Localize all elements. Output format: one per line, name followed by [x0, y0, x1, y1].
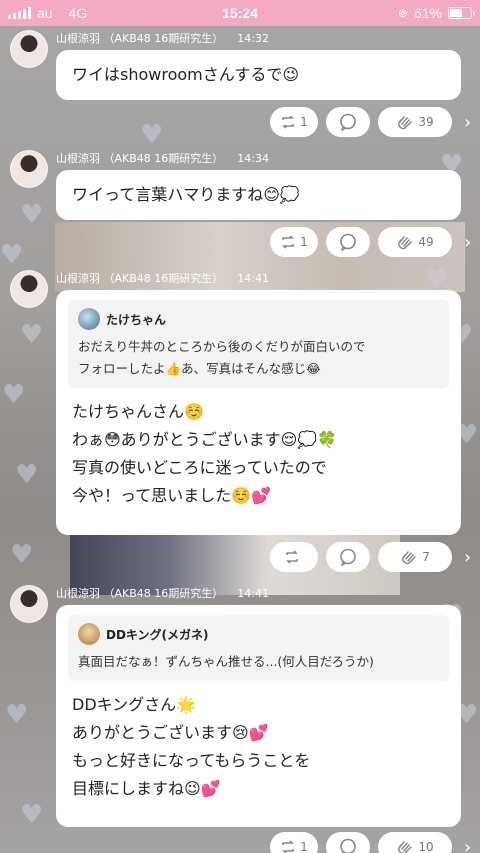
- post-time: 14:34: [237, 152, 269, 165]
- author-name: 山根涼羽 （AKB48 16期研究生）: [56, 272, 224, 285]
- chevron-right-icon[interactable]: ›: [464, 112, 471, 133]
- author-name: 山根涼羽 （AKB48 16期研究生）: [56, 32, 224, 45]
- post: 山根涼羽 （AKB48 16期研究生） 14:41 たけちゃん おだえり牛丼のとこ…: [0, 266, 480, 580]
- clap-button[interactable]: 7: [378, 542, 452, 572]
- retweet-icon: [280, 235, 296, 249]
- clap-count: 49: [418, 235, 434, 249]
- comment-icon: [339, 233, 357, 251]
- comment-button[interactable]: [326, 227, 370, 257]
- post-actions: 7 ›: [270, 542, 471, 572]
- clap-icon: [396, 233, 414, 251]
- post-actions: 1 39 ›: [270, 107, 471, 137]
- retweet-icon: [280, 840, 296, 853]
- retweet-button[interactable]: [270, 542, 318, 572]
- message-line: DDキングさん🌟: [72, 695, 197, 714]
- message-line: わぁ😳ありがとうございます😌💭🍀: [72, 430, 338, 449]
- quote-avatar: [78, 308, 100, 330]
- avatar[interactable]: [10, 585, 48, 623]
- message-line: たけちゃんさん☺️: [72, 402, 204, 421]
- post-time: 14:41: [237, 587, 269, 600]
- comment-button[interactable]: [326, 542, 370, 572]
- quoted-comment[interactable]: たけちゃん おだえり牛丼のところから後のくだりが面白いので フォローしたよ👍あ、…: [68, 300, 449, 388]
- retweet-count: 1: [300, 840, 308, 853]
- message-line: 写真の使いどころに迷っていたので: [72, 458, 327, 477]
- author-name: 山根涼羽 （AKB48 16期研究生）: [56, 152, 224, 165]
- retweet-button[interactable]: 1: [270, 107, 318, 137]
- clap-button[interactable]: 49: [378, 227, 452, 257]
- post-actions: 1 10 ›: [270, 832, 471, 853]
- message-line: 目標にしますね😉💕: [72, 779, 221, 798]
- message-line: 今や！って思いました☺️💕: [72, 486, 272, 505]
- author-name: 山根涼羽 （AKB48 16期研究生）: [56, 587, 224, 600]
- clap-count: 10: [418, 840, 434, 853]
- rotation-lock-icon: ⊚: [397, 6, 408, 20]
- avatar[interactable]: [10, 30, 48, 68]
- post-meta: 山根涼羽 （AKB48 16期研究生） 14:41: [56, 270, 269, 286]
- retweet-button[interactable]: 1: [270, 832, 318, 853]
- quote-line: おだえり牛丼のところから後のくだりが面白いので: [78, 339, 366, 354]
- quote-line: フォローしたよ👍あ、写真はそんな感じ😂: [78, 361, 321, 376]
- post: 山根涼羽 （AKB48 16期研究生） 14:32 ワイはshowroomさんする…: [0, 26, 480, 146]
- quoted-comment[interactable]: DDキング(メガネ) 真面目だなぁ！ずんちゃん推せる...(何人目だろうか): [68, 615, 449, 681]
- retweet-count: 1: [300, 235, 308, 249]
- post: 山根涼羽 （AKB48 16期研究生） 14:34 ワイって言葉ハマりますね😊💭 …: [0, 146, 480, 266]
- message-bubble[interactable]: ワイはshowroomさんするで😉: [56, 50, 461, 100]
- status-bar: au 4G 15:24 ⊚ 61%: [0, 0, 480, 26]
- comment-button[interactable]: [326, 832, 370, 853]
- message-line: ワイはshowroomさんするで😉: [72, 65, 300, 84]
- post-actions: 1 49 ›: [270, 227, 471, 257]
- clap-icon: [396, 838, 414, 853]
- retweet-count: 1: [300, 115, 308, 129]
- post-meta: 山根涼羽 （AKB48 16期研究生） 14:41: [56, 585, 269, 601]
- quote-author: DDキング(メガネ): [106, 627, 209, 642]
- comment-icon: [339, 548, 357, 566]
- chevron-right-icon[interactable]: ›: [464, 232, 471, 253]
- post-time: 14:41: [237, 272, 269, 285]
- comment-button[interactable]: [326, 107, 370, 137]
- comment-icon: [339, 113, 357, 131]
- clap-count: 39: [418, 115, 434, 129]
- clap-button[interactable]: 10: [378, 832, 452, 853]
- retweet-button[interactable]: 1: [270, 227, 318, 257]
- post-time: 14:32: [237, 32, 269, 45]
- status-right: ⊚ 61%: [397, 5, 475, 21]
- message-bubble[interactable]: たけちゃん おだえり牛丼のところから後のくだりが面白いので フォローしたよ👍あ、…: [56, 290, 461, 535]
- clap-icon: [396, 113, 414, 131]
- quote-line: 真面目だなぁ！ずんちゃん推せる...(何人目だろうか): [78, 654, 374, 669]
- clap-icon: [400, 548, 418, 566]
- post-meta: 山根涼羽 （AKB48 16期研究生） 14:34: [56, 150, 269, 166]
- quote-author: たけちゃん: [106, 312, 167, 327]
- battery-icon: [448, 7, 475, 19]
- avatar[interactable]: [10, 270, 48, 308]
- message-bubble[interactable]: ワイって言葉ハマりますね😊💭: [56, 170, 461, 220]
- message-line: ありがとうございます😢💕: [72, 723, 269, 742]
- retweet-icon: [284, 550, 300, 564]
- comment-icon: [339, 838, 357, 853]
- quote-avatar: [78, 623, 100, 645]
- clap-button[interactable]: 39: [378, 107, 452, 137]
- message-bubble[interactable]: DDキング(メガネ) 真面目だなぁ！ずんちゃん推せる...(何人目だろうか) D…: [56, 605, 461, 827]
- message-line: ワイって言葉ハマりますね😊💭: [72, 185, 300, 204]
- battery-percent: 61%: [413, 5, 442, 21]
- chevron-right-icon[interactable]: ›: [464, 547, 471, 568]
- clap-count: 7: [422, 550, 430, 564]
- chevron-right-icon[interactable]: ›: [464, 837, 471, 853]
- post-meta: 山根涼羽 （AKB48 16期研究生） 14:32: [56, 30, 269, 46]
- avatar[interactable]: [10, 150, 48, 188]
- post: 山根涼羽 （AKB48 16期研究生） 14:41 DDキング(メガネ) 真面目だ…: [0, 581, 480, 853]
- message-line: もっと好きになってもらうことを: [72, 751, 311, 770]
- retweet-icon: [280, 115, 296, 129]
